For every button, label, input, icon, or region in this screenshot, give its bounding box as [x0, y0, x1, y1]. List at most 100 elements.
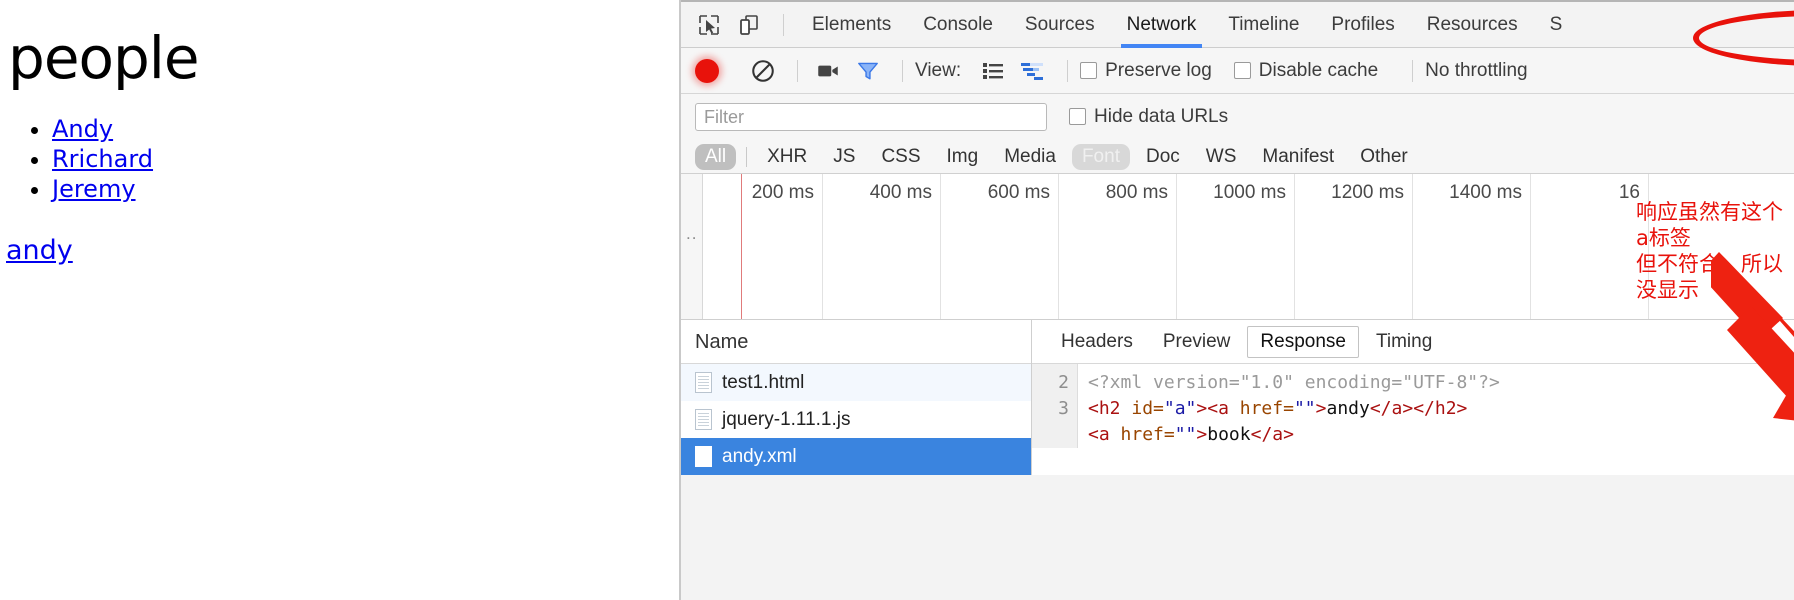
tick-label: 600 ms [987, 182, 1050, 203]
code-token: <a [1088, 424, 1110, 445]
requests-table: Name test1.html jquery-1.11.1.js andy.xm… [681, 320, 1032, 475]
code-line: <a href="">book</a> [1088, 422, 1500, 448]
tick-label: 200 ms [751, 182, 814, 203]
request-detail-panel: Headers Preview Response Timing 2 3 <?xm… [1032, 320, 1794, 475]
tab-profiles[interactable]: Profiles [1315, 2, 1410, 48]
response-body: 2 3 <?xml version="1.0" encoding="UTF-8"… [1032, 364, 1794, 448]
checkbox-box[interactable] [1080, 61, 1098, 79]
type-filter-img[interactable]: Img [937, 144, 989, 170]
hide-data-urls-label: Hide data URLs [1094, 106, 1229, 127]
tab-elements[interactable]: Elements [796, 2, 907, 48]
response-code[interactable]: <?xml version="1.0" encoding="UTF-8"?> <h… [1078, 364, 1500, 448]
table-row[interactable]: test1.html [681, 364, 1031, 401]
detail-tab-preview[interactable]: Preview [1150, 326, 1244, 358]
code-token: id= [1120, 398, 1164, 419]
clear-icon[interactable] [745, 54, 781, 88]
list-item: Andy [52, 115, 679, 143]
checkbox-box[interactable] [1233, 61, 1251, 79]
line-number: 3 [1058, 398, 1069, 419]
filter-funnel-icon[interactable] [850, 54, 886, 88]
load-event-marker [741, 174, 742, 319]
code-token: href= [1228, 398, 1294, 419]
device-toggle-icon[interactable] [731, 8, 767, 42]
line-number-gutter: 2 3 [1032, 364, 1078, 448]
tick-label: 1200 ms [1331, 182, 1404, 203]
detail-tab-headers[interactable]: Headers [1048, 326, 1146, 358]
toolbar-separator [797, 59, 798, 82]
tab-timeline[interactable]: Timeline [1212, 2, 1315, 48]
code-token: </a> [1250, 424, 1294, 445]
tab-sources[interactable]: Sources [1009, 2, 1111, 48]
waterfall-view-icon[interactable] [1015, 54, 1051, 88]
record-icon[interactable] [695, 58, 719, 83]
column-header-name[interactable]: Name [681, 320, 1031, 364]
filter-input[interactable] [695, 103, 1047, 131]
list-item: Jeremy [52, 175, 679, 203]
document-icon [695, 372, 712, 393]
code-line: <h2 id="a"><a href="">andy</a></h2> [1088, 396, 1500, 422]
type-filter-font[interactable]: Font [1071, 143, 1130, 170]
timeline-ruler: 200 ms 400 ms 600 ms 800 ms 1000 ms 1200… [703, 174, 1794, 319]
throttling-select[interactable]: No throttling [1425, 60, 1527, 82]
document-icon [695, 409, 712, 430]
type-filter-ws[interactable]: WS [1196, 144, 1247, 170]
type-filter-xhr[interactable]: XHR [757, 144, 817, 170]
network-lower-split: Name test1.html jquery-1.11.1.js andy.xm… [681, 320, 1794, 475]
tab-security[interactable]: S [1534, 2, 1579, 48]
hide-data-urls-checkbox[interactable]: Hide data URLs [1069, 106, 1228, 128]
tick-label: 1400 ms [1449, 182, 1522, 203]
code-token: <h2 [1088, 398, 1121, 419]
tab-resources[interactable]: Resources [1411, 2, 1534, 48]
preserve-log-checkbox[interactable]: Preserve log [1080, 60, 1212, 82]
tick-label: 16 [1618, 182, 1640, 203]
table-row[interactable]: jquery-1.11.1.js [681, 401, 1031, 438]
person-link-rrichard[interactable]: Rrichard [52, 145, 153, 173]
tick-label: 800 ms [1105, 182, 1168, 203]
code-token: "a" [1163, 398, 1197, 419]
overview-gutter [681, 174, 703, 319]
table-row[interactable]: andy.xml [681, 438, 1031, 475]
detail-tab-timing[interactable]: Timing [1363, 326, 1445, 358]
code-token: > [1196, 398, 1208, 419]
request-name: andy.xml [722, 445, 797, 467]
network-overview[interactable]: .. 200 ms 400 ms 600 ms 800 ms 1000 ms 1… [681, 174, 1794, 320]
pill-separator [746, 146, 748, 167]
code-token: href= [1109, 424, 1175, 445]
code-token: </a> [1369, 398, 1414, 419]
checkbox-box[interactable] [1069, 108, 1086, 126]
line-number: 2 [1058, 372, 1069, 393]
person-link-andy[interactable]: Andy [52, 115, 113, 143]
type-filter-manifest[interactable]: Manifest [1252, 144, 1344, 170]
list-view-icon[interactable] [975, 54, 1011, 88]
request-name: test1.html [722, 371, 805, 393]
tab-console[interactable]: Console [907, 2, 1009, 48]
type-filter-doc[interactable]: Doc [1136, 144, 1190, 170]
disable-cache-checkbox[interactable]: Disable cache [1233, 59, 1379, 82]
cursor-select-icon[interactable] [691, 8, 727, 42]
andy-link[interactable]: andy [6, 235, 73, 266]
toolbar-separator [1412, 59, 1414, 82]
type-filter-all[interactable]: All [695, 143, 737, 170]
preserve-log-label: Preserve log [1105, 59, 1212, 81]
toolbar-separator [1067, 59, 1069, 82]
resource-type-filters: All XHR JS CSS Img Media Font Doc WS Man… [681, 140, 1794, 174]
code-token: </h2> [1413, 398, 1468, 419]
person-link-jeremy[interactable]: Jeremy [52, 175, 136, 203]
network-toolbar: View: Preserve log Disable cache No thro… [681, 48, 1794, 94]
screenshot-root: people Andy Rrichard Jeremy andy [0, 0, 1794, 600]
code-token: <a [1207, 398, 1229, 419]
view-label: View: [915, 59, 962, 81]
detail-tab-response[interactable]: Response [1247, 325, 1359, 358]
tab-network[interactable]: Network [1111, 2, 1213, 48]
code-token: andy [1326, 398, 1370, 419]
type-filter-js[interactable]: JS [823, 144, 865, 170]
devtools-panel: Elements Console Sources Network Timelin… [681, 0, 1794, 600]
type-filter-other[interactable]: Other [1350, 144, 1418, 170]
disable-cache-label: Disable cache [1258, 59, 1379, 81]
request-name: jquery-1.11.1.js [722, 408, 851, 430]
rendered-webpage: people Andy Rrichard Jeremy andy [0, 0, 679, 600]
type-filter-media[interactable]: Media [994, 144, 1066, 170]
type-filter-css[interactable]: CSS [871, 144, 930, 170]
code-token: > [1315, 398, 1327, 419]
capture-screenshots-icon[interactable] [810, 54, 846, 88]
